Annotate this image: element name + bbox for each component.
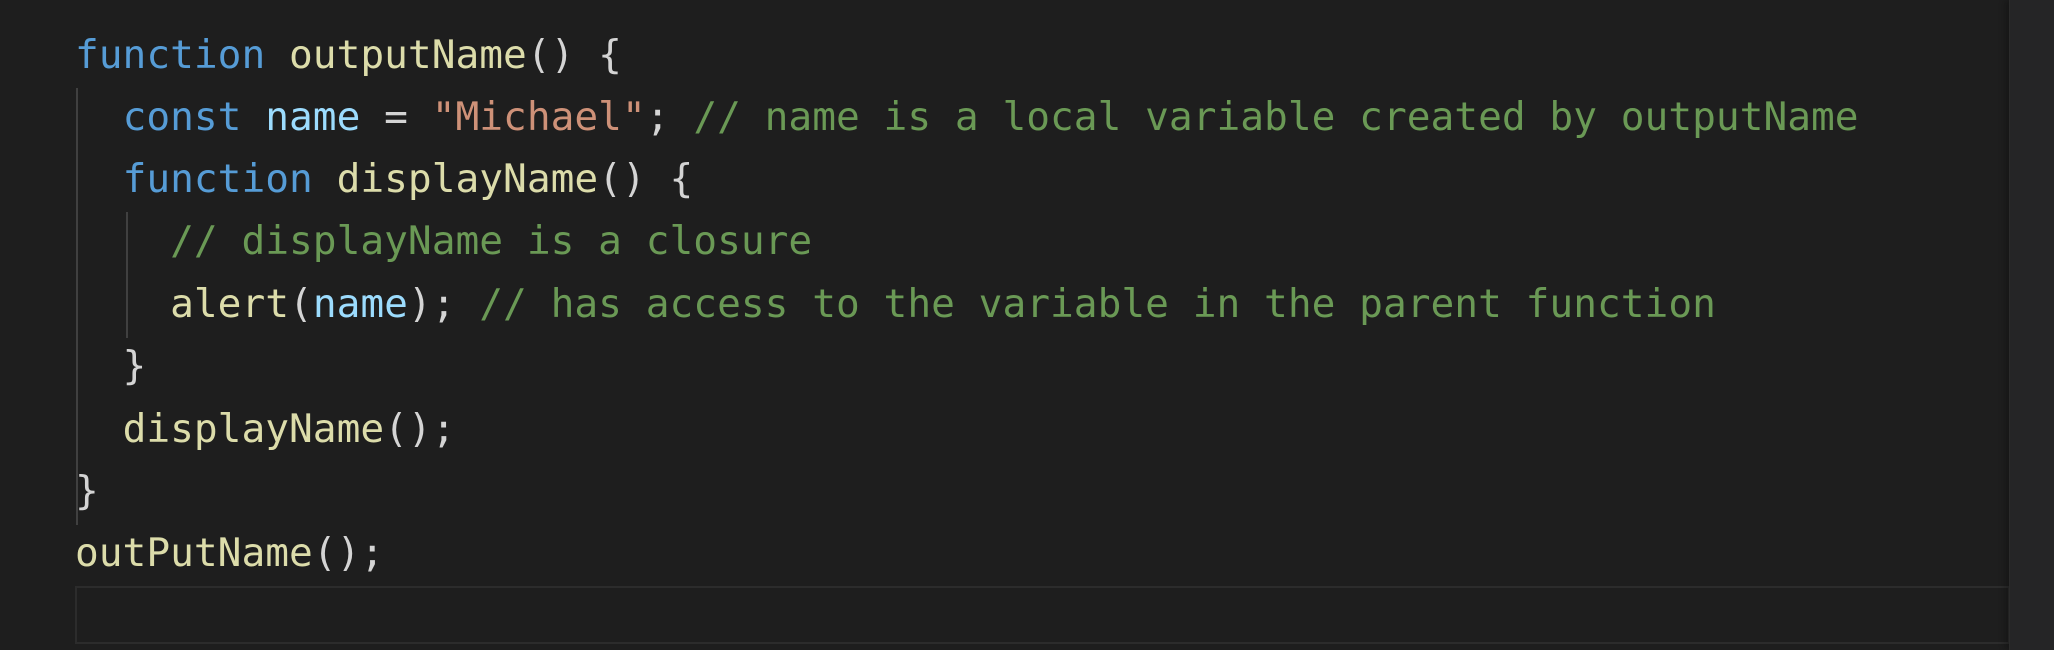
code-token: () { [526,32,622,78]
code-token: // has access to the variable in the par… [479,281,1716,327]
code-token: name [312,281,408,327]
code-token: "Michael" [431,94,646,140]
code-token: displayName [336,156,599,202]
code-editor[interactable]: function outputName() { const name = "Mi… [0,0,2054,650]
code-token: const [122,94,242,140]
code-line[interactable]: } [75,460,99,522]
code-token: // name is a local variable created by o… [693,94,1859,140]
code-token: (); [384,406,456,452]
code-line[interactable]: } [75,335,147,397]
code-token: () { [598,156,694,202]
code-token: // displayName is a closure [170,218,813,264]
code-token: ); [407,281,480,327]
code-token: outputName [289,32,527,78]
code-token: } [75,343,147,389]
code-token: } [75,468,99,514]
code-line[interactable]: alert(name); // has access to the variab… [75,273,1716,335]
current-line-highlight[interactable] [75,586,2010,644]
code-token: function [75,32,266,78]
code-token: (); [312,530,385,576]
code-token: outPutName [75,530,313,576]
code-token: alert [170,281,290,327]
code-token: ( [289,281,313,327]
code-line[interactable]: displayName(); [75,398,456,460]
code-line[interactable]: outPutName(); [75,522,384,584]
code-token: displayName [122,406,385,452]
code-token: = [360,94,432,140]
code-token: function [122,156,313,202]
code-line[interactable]: const name = "Michael"; // name is a loc… [75,86,1859,148]
code-token: ; [645,94,694,140]
code-line[interactable]: function outputName() { [75,24,622,86]
code-token: name [265,94,361,140]
code-line[interactable]: function displayName() { [75,148,694,210]
code-line[interactable]: // displayName is a closure [75,210,812,272]
vertical-scrollbar[interactable] [2009,0,2054,650]
